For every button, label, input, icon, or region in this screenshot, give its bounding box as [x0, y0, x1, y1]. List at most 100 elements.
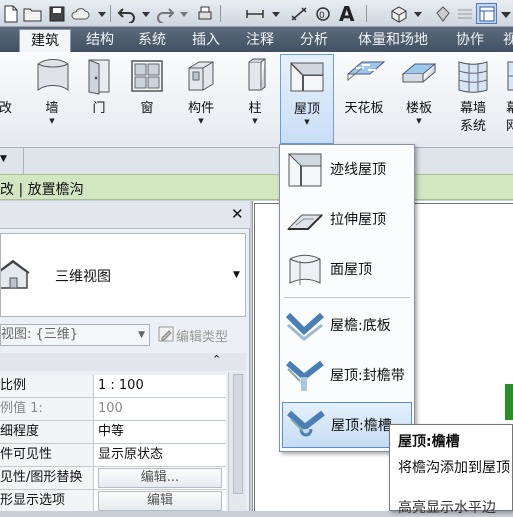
gutter-icon: [287, 407, 325, 445]
roof-icon: [287, 57, 327, 97]
curtain-system-label-line1: 幕墙: [459, 101, 486, 116]
sync-cloud-icon[interactable]: [70, 3, 91, 24]
curtain-grid-icon: [505, 56, 513, 96]
wall-tool[interactable]: 墙 ▼: [27, 54, 77, 144]
sync-dropdown-icon[interactable]: [96, 3, 108, 24]
door-tool[interactable]: 门: [74, 54, 124, 144]
roof-tool[interactable]: 屋顶 ▼: [280, 54, 334, 144]
tab-view[interactable]: 视: [500, 29, 513, 52]
tooltip: 屋顶:檐槽 将檐沟添加到屋顶 高亮显示水平边: [389, 424, 513, 516]
measure-icon[interactable]: [244, 3, 265, 24]
default-3d-view-icon[interactable]: [388, 3, 409, 24]
new-file-icon[interactable]: [0, 3, 21, 24]
modify-icon: [0, 56, 21, 96]
soffit-icon: [285, 307, 324, 345]
tab-annotate[interactable]: 注释: [238, 29, 282, 52]
properties-scrollbar[interactable]: [228, 372, 246, 511]
panel-expand-icon[interactable]: ▼: [0, 154, 7, 164]
scrollbar-thumb[interactable]: [233, 374, 243, 494]
text-icon[interactable]: A: [336, 3, 360, 24]
svg-text:0: 0: [319, 11, 325, 21]
customize-toolbar-icon[interactable]: [498, 3, 513, 24]
menu-item-roof-soffit[interactable]: 屋檐:底板: [282, 303, 412, 349]
redo-dropdown-icon[interactable]: [178, 3, 190, 24]
column-icon: [235, 56, 275, 96]
properties-grid-header: ⌃: [0, 353, 246, 371]
component-icon: [181, 56, 221, 96]
chevron-down-icon: ▼: [416, 117, 422, 125]
curtain-system-tool[interactable]: 幕墙 系统: [448, 54, 498, 144]
undo-icon[interactable]: [116, 3, 137, 24]
panel-divider: [23, 148, 24, 174]
edit-type-button[interactable]: 编辑类型: [176, 326, 228, 345]
open-folder-icon[interactable]: [22, 3, 43, 24]
menu-item-face-roof[interactable]: 面屋顶: [282, 247, 412, 293]
chevron-down-icon: ▼: [252, 117, 258, 125]
ribbon-panel-label-strip: ▼: [0, 148, 513, 174]
toolbar-divider: [110, 5, 111, 22]
modify-tool[interactable]: 改: [0, 54, 26, 144]
ceiling-tool[interactable]: 天花板: [338, 54, 390, 144]
tab-systems[interactable]: 系统: [130, 29, 174, 52]
properties-grid: 比例 1 : 100 例值 1: 100 细程度 中等 件可见性 显示原状态 见…: [0, 372, 228, 511]
chevron-down-icon: ▼: [49, 117, 55, 125]
menu-item-roof-by-footprint[interactable]: 迹线屋顶: [282, 147, 412, 193]
tab-massing-site[interactable]: 体量和场地: [350, 29, 436, 52]
ribbon-panel: 改 墙 ▼ 门 窗 构件 ▼ 柱 ▼ 屋顶 ▼ 天花板 楼板 ▼ 幕墙 系统 幕…: [0, 52, 513, 148]
edit-type-icon: [158, 326, 174, 342]
roof-dropdown-menu: 迹线屋顶 拉伸屋顶 面屋顶 屋檐:底板 屋顶:封檐带 屋顶:檐槽: [279, 144, 415, 452]
chevron-down-icon: ▼: [198, 117, 204, 125]
aligned-dimension-icon[interactable]: [288, 3, 309, 24]
menu-item-roof-fascia[interactable]: 屋顶:封檐带: [282, 353, 412, 399]
close-icon[interactable]: ✕: [231, 205, 244, 223]
door-icon: [79, 56, 119, 96]
toolbar-divider: [220, 5, 221, 22]
table-row: 例值 1: 100: [0, 398, 226, 421]
3d-view-dropdown-icon[interactable]: [412, 3, 424, 24]
tag-icon[interactable]: 0: [312, 3, 333, 24]
tab-analyze[interactable]: 分析: [292, 29, 336, 52]
model-edge-green: [505, 384, 513, 420]
component-tool[interactable]: 构件 ▼: [176, 54, 226, 144]
curtain-system-icon: [453, 56, 493, 96]
face-roof-icon: [286, 251, 324, 289]
save-icon[interactable]: [46, 3, 67, 24]
column-tool[interactable]: 柱 ▼: [230, 54, 280, 144]
table-row: 形显示选项 编辑: [0, 490, 226, 511]
fascia-icon: [286, 357, 324, 395]
switch-windows-icon[interactable]: [476, 3, 497, 24]
view-selector[interactable]: 视图: {三维} ▼: [0, 324, 150, 346]
edit-display-options-button[interactable]: 编辑: [98, 491, 222, 511]
view-selector-row: 视图: {三维} ▼ 编辑类型: [0, 322, 250, 350]
undo-dropdown-icon[interactable]: [140, 3, 152, 24]
floor-tool[interactable]: 楼板 ▼: [394, 54, 444, 144]
chevron-down-icon[interactable]: ▼: [233, 270, 240, 280]
section-icon[interactable]: [432, 3, 453, 24]
context-instruction-text: 改 | 放置檐沟: [0, 182, 84, 198]
table-row: 见性/图形替换 编辑...: [0, 467, 226, 490]
collapse-icon[interactable]: ⌃: [212, 353, 221, 366]
curtain-grid-tool[interactable]: 幕 网: [500, 54, 513, 144]
toolbar-divider: [366, 5, 367, 22]
menu-item-roof-by-extrusion[interactable]: 拉伸屋顶: [282, 197, 412, 243]
tab-insert[interactable]: 插入: [184, 29, 228, 52]
tab-collaborate[interactable]: 协作: [448, 29, 492, 52]
view-selector-value: 视图: {三维}: [1, 327, 79, 342]
edit-graphics-override-button[interactable]: 编辑...: [98, 468, 222, 488]
svg-text:A: A: [339, 4, 355, 24]
status-context-bar: 改 | 放置檐沟: [0, 174, 513, 200]
chevron-down-icon: ▼: [138, 330, 145, 340]
3d-view-type-icon: [0, 254, 41, 294]
redo-icon[interactable]: [154, 3, 175, 24]
table-row: 细程度 中等: [0, 421, 226, 444]
window-tool[interactable]: 窗: [122, 54, 172, 144]
measure-dropdown-icon[interactable]: [270, 3, 282, 24]
extrusion-roof-icon: [286, 201, 324, 239]
type-selector[interactable]: 三维视图 ▼: [0, 233, 246, 317]
tab-structure[interactable]: 结构: [78, 29, 122, 52]
wall-icon: [32, 56, 72, 96]
tab-architecture[interactable]: 建筑: [19, 29, 71, 52]
thin-lines-icon[interactable]: [454, 3, 475, 24]
curtain-grid-label-line1: 幕: [506, 101, 513, 116]
print-icon[interactable]: [194, 3, 215, 24]
